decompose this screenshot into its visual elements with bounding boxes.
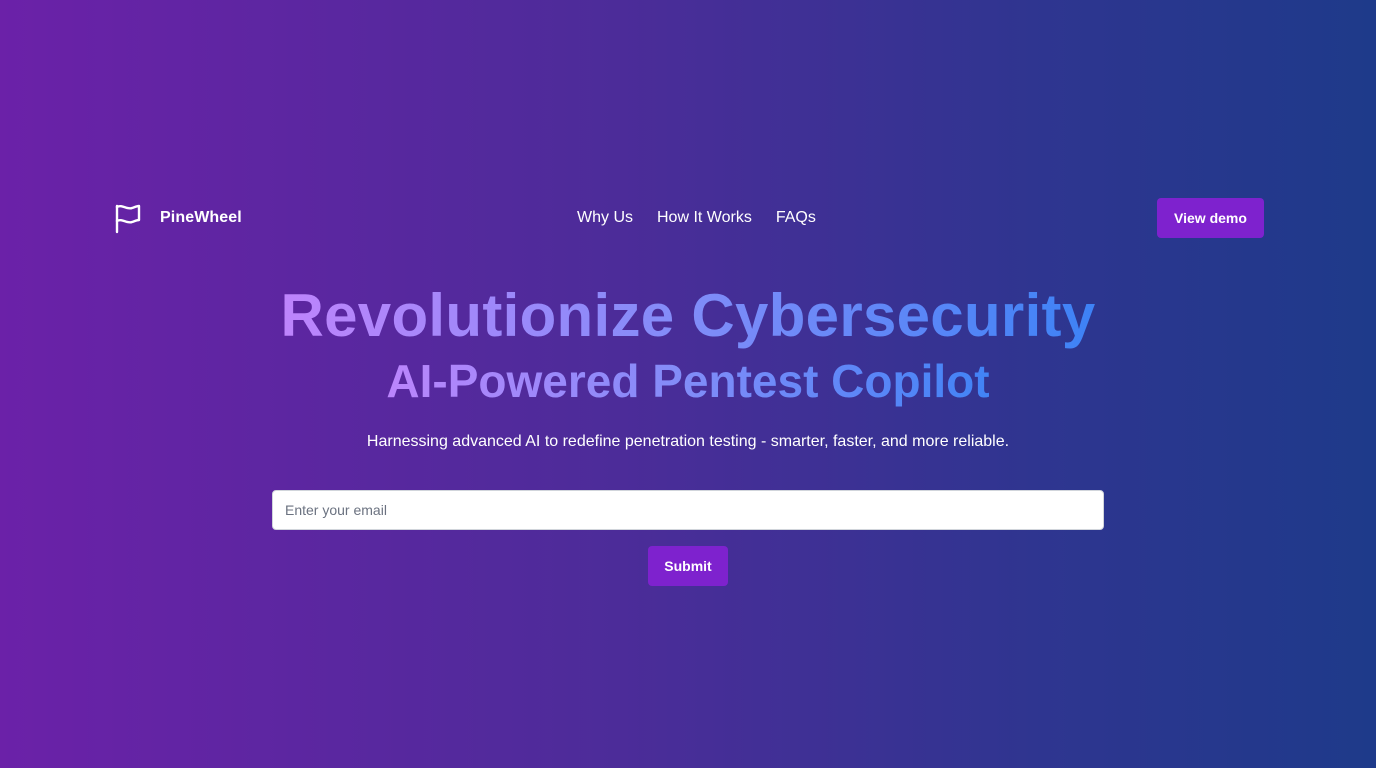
view-demo-button[interactable]: View demo <box>1157 198 1264 238</box>
nav-link-how-it-works[interactable]: How It Works <box>657 209 752 227</box>
nav-link-why-us[interactable]: Why Us <box>577 209 633 227</box>
navbar: PineWheel Why Us How It Works FAQs View … <box>112 198 1264 238</box>
hero-section: Revolutionize Cybersecurity AI-Powered P… <box>0 276 1376 454</box>
hero-headline: Revolutionize Cybersecurity <box>268 276 1108 356</box>
brand-logo-link[interactable]: PineWheel <box>112 198 242 238</box>
hero-tagline: Harnessing advanced AI to redefine penet… <box>366 433 1010 450</box>
nav-link-faqs[interactable]: FAQs <box>776 209 816 227</box>
brand-name: PineWheel <box>160 209 242 226</box>
email-input[interactable] <box>272 490 1104 530</box>
main-nav: Why Us How It Works FAQs <box>577 198 816 238</box>
submit-button[interactable]: Submit <box>648 546 728 586</box>
hero-subheadline: AI-Powered Pentest Copilot <box>358 348 1018 414</box>
flag-icon <box>112 202 144 234</box>
